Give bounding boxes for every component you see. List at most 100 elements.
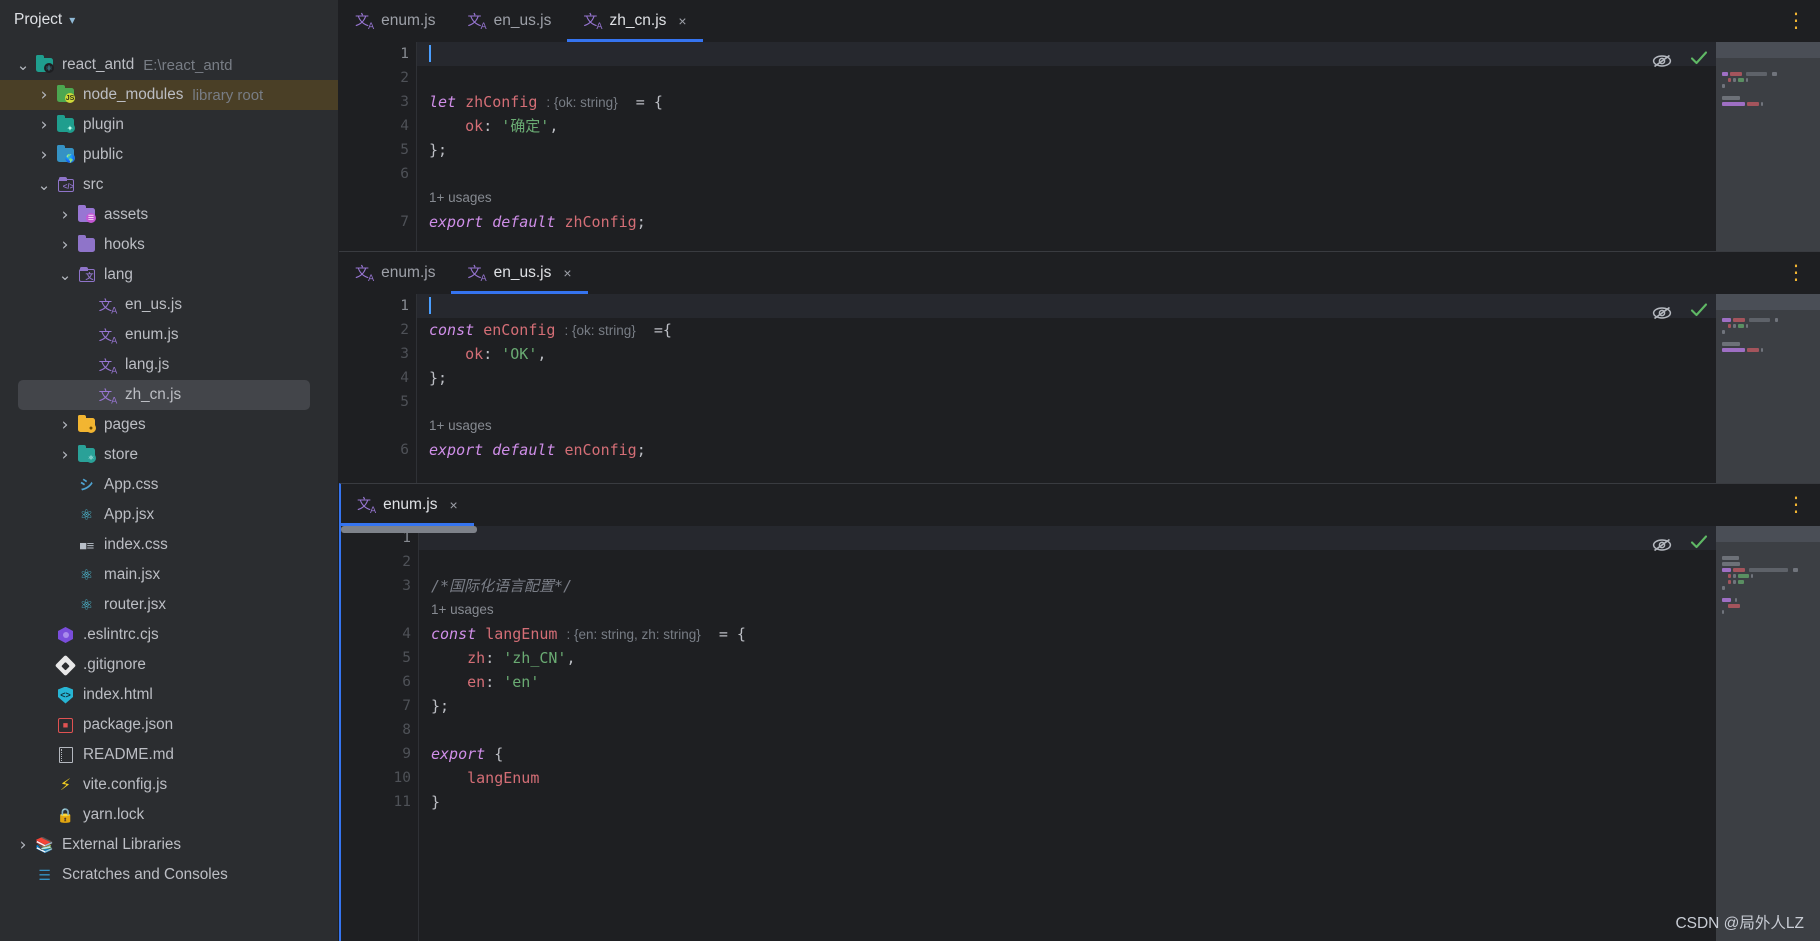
editor-body[interactable]: 1 2 3 4 5 6 7 8 9 10 11/*国际化语言配置*/1+ usages const l…: [341, 526, 1820, 941]
tree-node-react-antd[interactable]: ⌄ ⚛ react_antd E:\react_antd: [0, 50, 338, 80]
token-type: : {ok: string}: [546, 95, 618, 110]
tree-node-public[interactable]: › 🌎 public: [0, 140, 338, 170]
close-icon[interactable]: ×: [563, 265, 571, 281]
chevron-down-icon[interactable]: ⌄: [56, 268, 74, 283]
token-punc: }: [431, 793, 441, 811]
check-icon[interactable]: [1690, 534, 1708, 556]
line-number: 4: [402, 626, 411, 642]
translation-file-icon: 文A: [98, 297, 118, 317]
inspection-widget[interactable]: [1652, 302, 1708, 324]
tree-node-label: enum.js: [125, 326, 179, 343]
tree-node-readme-md[interactable]: README.md: [0, 740, 338, 770]
tree-node-zh-cn-js[interactable]: 文A zh_cn.js: [18, 380, 310, 410]
minimap-line: [1747, 102, 1759, 106]
tree-node-external-libraries[interactable]: › 📚 External Libraries: [0, 830, 338, 860]
more-vertical-icon[interactable]: ⋮: [1786, 252, 1806, 294]
code-line: export default enConfig;: [429, 438, 1820, 462]
project-file-tree[interactable]: ⌄ ⚛ react_antd E:\react_antd › JS node_modules…: [0, 40, 338, 941]
code-area[interactable]: const enConfig : {ok: string} ={ ok: 'OK…: [417, 294, 1820, 483]
tree-node-plugin[interactable]: › ✦ plugin: [0, 110, 338, 140]
more-vertical-icon[interactable]: ⋮: [1786, 484, 1806, 526]
token-type: : {en: string, zh: string}: [566, 627, 701, 642]
close-icon[interactable]: ×: [449, 497, 457, 513]
tree-node-label: lang: [104, 266, 133, 283]
editor-pane-en-us: 文A enum.js 文A en_us.js × ⋮ 1 2 3 4 5 6 const enConfi…: [339, 251, 1820, 483]
tree-node-package-json[interactable]: ■ package.json: [0, 710, 338, 740]
tab-enum-js[interactable]: 文A enum.js: [339, 0, 451, 42]
line-number: 11: [393, 794, 411, 810]
tab-en_us-js[interactable]: 文A en_us.js: [451, 0, 567, 42]
inspection-widget[interactable]: [1652, 50, 1708, 72]
chevron-right-icon[interactable]: ›: [35, 86, 53, 104]
chevron-right-icon[interactable]: ›: [56, 416, 74, 434]
tree-node-index-css[interactable]: ■≡ index.css: [0, 530, 338, 560]
check-icon[interactable]: [1690, 302, 1708, 324]
tree-node-node-modules[interactable]: › JS node_modules library root: [0, 80, 338, 110]
close-icon[interactable]: ×: [678, 13, 686, 29]
scrollbar-thumb[interactable]: [341, 526, 477, 533]
code-area[interactable]: let zhConfig : {ok: string} = { ok: '确定'…: [417, 42, 1820, 251]
usage-inlay-hint[interactable]: 1+ usages: [429, 186, 1820, 210]
tree-node-hooks[interactable]: › hooks: [0, 230, 338, 260]
chevron-right-icon[interactable]: ›: [35, 116, 53, 134]
line-number: 4: [400, 370, 409, 386]
usage-inlay-hint[interactable]: 1+ usages: [431, 598, 1820, 622]
token-kw: const: [431, 625, 486, 643]
tree-node-scratches-and-consoles[interactable]: ☰ Scratches and Consoles: [0, 860, 338, 890]
tree-node-main-jsx[interactable]: ⚛ main.jsx: [0, 560, 338, 590]
usage-inlay-hint[interactable]: 1+ usages: [429, 414, 1820, 438]
tree-node-eslintrc-cjs[interactable]: .eslintrc.cjs: [0, 620, 338, 650]
tree-node-label: lang.js: [125, 356, 170, 373]
minimap-line: [1745, 72, 1767, 76]
tree-node-assets[interactable]: › ☰ assets: [0, 200, 338, 230]
tab-label: enum.js: [383, 496, 438, 513]
chevron-right-icon[interactable]: ›: [56, 206, 74, 224]
eye-off-icon[interactable]: [1652, 535, 1672, 555]
tree-node-pages[interactable]: › ● pages: [0, 410, 338, 440]
eye-off-icon[interactable]: [1652, 303, 1672, 323]
code-area[interactable]: /*国际化语言配置*/1+ usages const langEnum : {en…: [419, 526, 1820, 941]
eye-off-icon[interactable]: [1652, 51, 1672, 71]
tab-enum-js[interactable]: 文A enum.js: [339, 252, 451, 294]
code-minimap[interactable]: [1716, 42, 1820, 251]
git-file-icon: [54, 654, 77, 676]
check-icon[interactable]: [1690, 50, 1708, 72]
tab-zh_cn-js[interactable]: 文A zh_cn.js ×: [567, 0, 703, 42]
chevron-right-icon[interactable]: ›: [56, 446, 74, 464]
horizontal-scrollbar[interactable]: [341, 526, 1820, 533]
more-vertical-icon[interactable]: ⋮: [1786, 0, 1806, 42]
folder-assets-icon: ☰: [76, 205, 97, 224]
tree-node-enum-js[interactable]: 文A enum.js: [0, 320, 338, 350]
tab-enum-js[interactable]: 文A enum.js ×: [341, 484, 474, 526]
tree-node-vite-config-js[interactable]: ⚡ vite.config.js: [0, 770, 338, 800]
editor-body[interactable]: 1 2 3 4 5 6 7 let zhConfig : {ok: string} = { o…: [339, 42, 1820, 251]
code-line: };: [429, 366, 1820, 390]
chevron-down-icon[interactable]: ▾: [69, 14, 75, 26]
chevron-right-icon[interactable]: ›: [14, 836, 32, 854]
tree-node-yarn-lock[interactable]: 🔒 yarn.lock: [0, 800, 338, 830]
project-panel-header[interactable]: Project ▾: [0, 0, 338, 40]
tree-node-app-css[interactable]: シ App.css: [0, 470, 338, 500]
tree-node-store[interactable]: › ⚛ store: [0, 440, 338, 470]
tree-node-app-jsx[interactable]: ⚛ App.jsx: [0, 500, 338, 530]
editor-body[interactable]: 1 2 3 4 5 6 const enConfig : {ok: string} ={ o…: [339, 294, 1820, 483]
code-minimap[interactable]: [1716, 294, 1820, 483]
token-punc: {: [485, 745, 504, 763]
tree-node-src[interactable]: ⌄ </> src: [0, 170, 338, 200]
tree-node-router-jsx[interactable]: ⚛ router.jsx: [0, 590, 338, 620]
tree-node-en-us-js[interactable]: 文A en_us.js: [0, 290, 338, 320]
tree-node-lang[interactable]: ⌄ 文 lang: [0, 260, 338, 290]
inspection-widget[interactable]: [1652, 534, 1708, 556]
tree-node-label: index.css: [104, 536, 168, 553]
minimap-line: [1747, 348, 1759, 352]
tree-node-lang-js[interactable]: 文A lang.js: [0, 350, 338, 380]
css-file-icon: シ: [79, 478, 94, 494]
chevron-down-icon[interactable]: ⌄: [35, 178, 53, 193]
tree-node-index-html[interactable]: <> index.html: [0, 680, 338, 710]
chevron-right-icon[interactable]: ›: [35, 146, 53, 164]
chevron-right-icon[interactable]: ›: [56, 236, 74, 254]
tree-node-gitignore[interactable]: .gitignore: [0, 650, 338, 680]
code-minimap[interactable]: [1716, 526, 1820, 941]
chevron-down-icon[interactable]: ⌄: [14, 58, 32, 73]
tab-en_us-js[interactable]: 文A en_us.js ×: [451, 252, 588, 294]
